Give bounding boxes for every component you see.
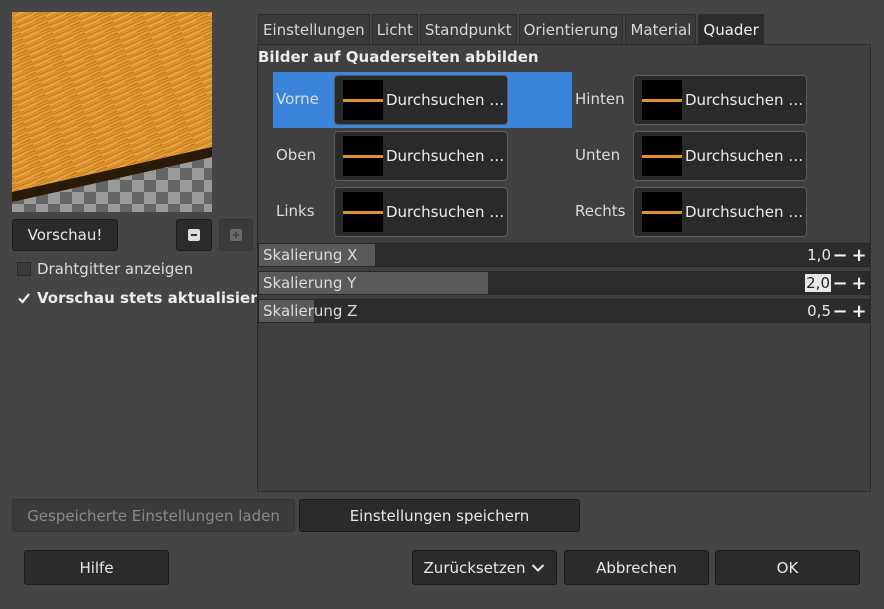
plus-icon	[230, 229, 242, 241]
scale-z-slider[interactable]: Skalierung Z 0,5 − +	[258, 299, 870, 323]
browse-label: Durchsuchen …	[685, 91, 804, 109]
face-label-bottom: Unten	[575, 146, 621, 164]
increment-icon[interactable]: +	[850, 272, 868, 294]
tab-label: Quader	[703, 20, 759, 39]
browse-right-button[interactable]: Durchsuchen …	[633, 187, 807, 237]
browse-label: Durchsuchen …	[685, 147, 804, 165]
save-settings-button[interactable]: Einstellungen speichern	[299, 499, 580, 532]
section-title: Bilder auf Quaderseiten abbilden	[258, 48, 539, 66]
tab-bar: Einstellungen Licht Standpunkt Orientier…	[258, 14, 766, 44]
image-thumbnail	[343, 192, 383, 232]
browse-front-button[interactable]: Durchsuchen …	[334, 75, 508, 125]
slider-label: Skalierung Y	[263, 274, 357, 292]
chevron-down-icon	[532, 563, 545, 572]
image-thumbnail	[642, 192, 682, 232]
auto-update-option[interactable]: Vorschau stets aktualisieren	[17, 289, 278, 307]
minus-icon	[188, 229, 200, 241]
tab-box[interactable]: Quader	[698, 14, 764, 44]
preview-button[interactable]: Vorschau!	[12, 219, 118, 251]
increment-icon[interactable]: +	[850, 300, 868, 322]
cancel-button[interactable]: Abbrechen	[564, 550, 709, 585]
tab-label: Einstellungen	[263, 20, 365, 39]
image-thumbnail	[642, 80, 682, 120]
scale-x-slider[interactable]: Skalierung X 1,0 − +	[258, 243, 870, 267]
tab-label: Standpunkt	[424, 20, 512, 39]
increment-icon[interactable]: +	[850, 244, 868, 266]
image-thumbnail	[343, 80, 383, 120]
decrement-icon[interactable]: −	[831, 300, 849, 322]
tab-viewpoint[interactable]: Standpunkt	[419, 14, 517, 44]
tab-light[interactable]: Licht	[371, 14, 418, 44]
ok-button[interactable]: OK	[715, 550, 860, 585]
browse-bottom-button[interactable]: Durchsuchen …	[633, 131, 807, 181]
load-settings-button[interactable]: Gespeicherte Einstellungen laden	[12, 499, 295, 532]
scale-y-slider[interactable]: Skalierung Y 2,0 − +	[258, 271, 870, 295]
slider-label: Skalierung Z	[263, 302, 358, 320]
preview-button-label: Vorschau!	[27, 226, 103, 244]
browse-label: Durchsuchen …	[386, 147, 505, 165]
browse-label: Durchsuchen …	[685, 203, 804, 221]
tab-settings[interactable]: Einstellungen	[258, 14, 370, 44]
slider-value[interactable]: 1,0	[807, 246, 831, 264]
face-label-right: Rechts	[575, 202, 626, 220]
slider-value[interactable]: 2,0	[805, 274, 831, 292]
image-thumbnail	[642, 136, 682, 176]
checkmark-icon	[18, 293, 30, 304]
tab-label: Licht	[376, 20, 413, 39]
preview-image	[12, 12, 212, 212]
browse-left-button[interactable]: Durchsuchen …	[334, 187, 508, 237]
ok-label: OK	[776, 558, 799, 577]
tab-material[interactable]: Material	[625, 14, 697, 44]
load-settings-label: Gespeicherte Einstellungen laden	[27, 506, 280, 525]
help-button[interactable]: Hilfe	[24, 550, 169, 585]
auto-update-label: Vorschau stets aktualisieren	[37, 289, 279, 307]
browse-label: Durchsuchen …	[386, 203, 505, 221]
wood-plane-preview	[12, 12, 212, 202]
face-label-front: Vorne	[276, 90, 319, 108]
browse-label: Durchsuchen …	[386, 91, 505, 109]
reset-button[interactable]: Zurücksetzen	[412, 550, 557, 585]
wireframe-option[interactable]: Drahtgitter anzeigen	[17, 260, 193, 278]
help-label: Hilfe	[79, 558, 114, 577]
decrement-icon[interactable]: −	[831, 272, 849, 294]
browse-top-button[interactable]: Durchsuchen …	[334, 131, 508, 181]
slider-value[interactable]: 0,5	[807, 302, 831, 320]
save-settings-label: Einstellungen speichern	[349, 506, 530, 525]
decrement-icon[interactable]: −	[831, 244, 849, 266]
browse-back-button[interactable]: Durchsuchen …	[633, 75, 807, 125]
tab-orientation[interactable]: Orientierung	[518, 14, 624, 44]
slider-label: Skalierung X	[263, 246, 358, 264]
face-label-left: Links	[276, 202, 315, 220]
face-label-top: Oben	[276, 146, 317, 164]
reset-label: Zurücksetzen	[423, 558, 526, 577]
face-label-back: Hinten	[575, 90, 625, 108]
zoom-in-button[interactable]	[219, 219, 253, 251]
tab-label: Material	[630, 20, 692, 39]
wireframe-checkbox[interactable]	[17, 262, 31, 276]
zoom-out-button[interactable]	[176, 219, 212, 251]
wireframe-label: Drahtgitter anzeigen	[37, 260, 194, 278]
cancel-label: Abbrechen	[596, 558, 677, 577]
image-thumbnail	[343, 136, 383, 176]
auto-update-checkbox[interactable]	[17, 291, 31, 305]
tab-label: Orientierung	[523, 20, 619, 39]
